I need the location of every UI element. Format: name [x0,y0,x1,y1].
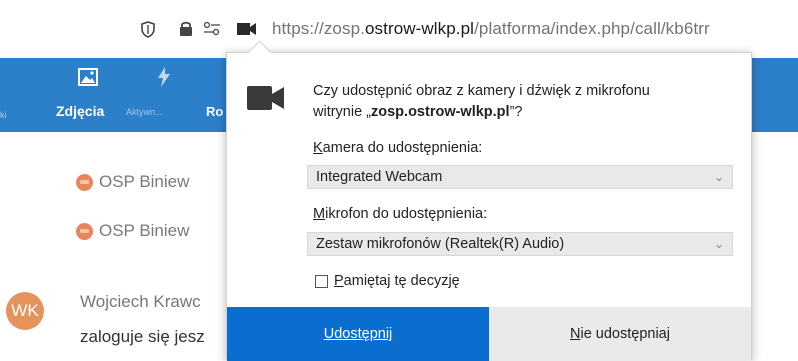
microphone-label-text: ikrofon do udostępnienia: [325,206,488,222]
permission-prompt: Czy udostępnić obraz z kamery i dźwięk z… [313,81,733,123]
image-icon [78,68,98,86]
prompt-prefix: witrynie „ [313,104,372,120]
remember-label-text: amiętaj tę decyzję [343,273,460,289]
camera-label-text: amera do udostępnienia: [322,140,483,156]
url-text[interactable]: https://zosp.ostrow-wlkp.pl/platforma/in… [272,19,710,39]
camera-icon [247,86,284,110]
post-author: OSP Biniew [99,172,190,191]
dont-share-button[interactable]: Nie udostępniaj [489,307,751,361]
share-access: U [323,326,335,342]
camera-select[interactable]: Integrated Webcam ⌄ [307,165,733,189]
camera-label: Kamera do udostępnienia: [313,140,482,156]
share-button[interactable]: Udostępnij [227,307,489,361]
shield-icon[interactable] [141,21,155,38]
share-button-label: Udostępnij [324,326,393,342]
permissions-icon[interactable] [203,21,221,37]
url-domain: ostrow-wlkp.pl [364,19,475,38]
avatar[interactable]: WK [6,292,44,330]
nav-item-partial-left[interactable]: ki [0,110,7,120]
microphone-label-access: M [313,206,326,222]
address-bar: https://zosp.ostrow-wlkp.pl/platforma/in… [0,0,798,58]
comment-text: zaloguje się jesz [80,327,205,346]
nav-item-aktywnosci[interactable]: Aktywn... [126,107,163,117]
share-text: dostępnij [334,326,393,342]
camera-label-access: K [313,140,323,156]
post-item[interactable]: OSP Biniew [76,172,189,192]
camera-selected: Integrated Webcam [316,169,443,185]
permission-popup: Czy udostępnić obraz z kamery i dźwięk z… [226,40,752,361]
osp-logo-icon [76,222,93,240]
camera-icon[interactable] [237,22,257,36]
url-suffix: /platforma/index.php/call/kb6trr [474,19,710,38]
comment-author[interactable]: Wojciech Krawc [80,292,201,312]
dont-share-text: ie udostępniaj [580,326,670,342]
microphone-selected: Zestaw mikrofonów (Realtek(R) Audio) [316,236,565,252]
nav-item-partial[interactable]: Ro [206,104,223,119]
dont-share-button-label: Nie udostępniaj [570,326,670,342]
lock-icon[interactable] [179,20,193,37]
prompt-line-1: Czy udostępnić obraz z kamery i dźwięk z… [313,83,650,99]
prompt-suffix: ”? [509,104,523,120]
chevron-down-icon: ⌄ [713,170,724,184]
prompt-site: zosp.ostrow-wlkp.pl [371,104,510,120]
remember-label-access: P [334,273,344,289]
remember-row[interactable]: Pamiętaj tę decyzję [315,273,460,289]
microphone-select[interactable]: Zestaw mikrofonów (Realtek(R) Audio) ⌄ [307,232,733,256]
remember-label: Pamiętaj tę decyzję [334,273,460,289]
nav-item-zdjecia[interactable]: Zdjęcia [56,103,104,119]
osp-logo-icon [76,173,93,191]
prompt-line-2: witrynie „zosp.ostrow-wlkp.pl”? [313,102,733,123]
dont-share-access: N [570,326,581,342]
chevron-down-icon: ⌄ [713,237,724,251]
post-item[interactable]: OSP Biniew [76,221,189,241]
microphone-label: Mikrofon do udostępnienia: [313,206,487,222]
lightning-icon [158,67,170,87]
url-prefix: https://zosp. [272,19,365,38]
post-author: OSP Biniew [99,221,190,240]
remember-checkbox[interactable] [315,274,328,288]
